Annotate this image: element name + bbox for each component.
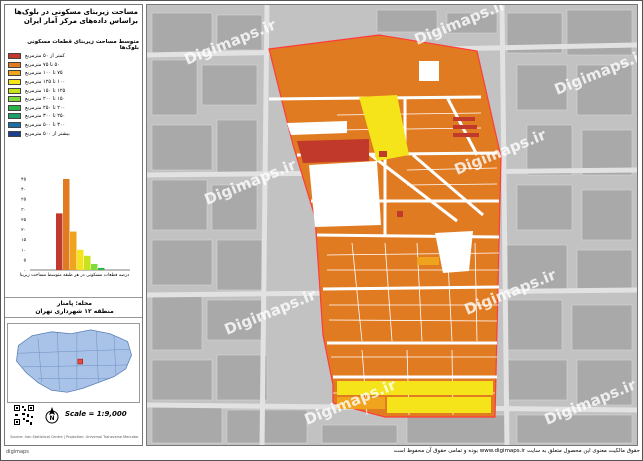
chart-caption: درصد قطعات مسکونی در هر طبقه متوسط مساحت…: [19, 273, 130, 278]
chart-bar: [91, 263, 98, 270]
legend-item: ۱۲۵ تا ۱۵۰ مترمربع: [8, 86, 139, 95]
legend-swatch: [8, 96, 21, 103]
legend-label: ۱۰۰ تا ۱۲۵ مترمربع: [25, 79, 66, 86]
panel-footer: Source: Iran Statistical Centre | Projec…: [10, 435, 139, 439]
legend-item: ۷۵ تا ۱۰۰ مترمربع: [8, 69, 139, 78]
scale-label: Scale = 1:9,000: [65, 410, 127, 418]
y-tick-label: ۱۰: [21, 248, 26, 253]
legend-label: ۲۵۰ تا ۳۰۰ مترمربع: [25, 113, 66, 120]
legend: متوسط مساحت زیربنای قطعات مسکونی بلوک‌ها…: [8, 39, 139, 138]
legend-item: کمتر از ۵۰ مترمربع: [8, 52, 139, 61]
legend-item: ۵۰ تا ۷۵ مترمربع: [8, 61, 139, 70]
locator-map: [7, 323, 140, 403]
chart-bar: [56, 213, 63, 270]
legend-swatch: [8, 53, 21, 60]
y-tick-label: ۱۵: [21, 238, 26, 243]
legend-item: بیشتر از ۵۰۰ مترمربع: [8, 129, 139, 138]
legend-item: ۳۰۰ تا ۵۰۰ مترمربع: [8, 121, 139, 130]
legend-item: ۱۵۰ تا ۲۰۰ مترمربع: [8, 95, 139, 104]
legend-title: متوسط مساحت زیربنای قطعات مسکونی بلوک‌ها: [27, 39, 139, 51]
map-canvas: Digimaps.ir Digimaps.irDigimaps.irDigimap…: [147, 5, 637, 445]
qr-code: [13, 404, 35, 426]
chart-bar: [63, 179, 70, 270]
legend-label: ۵۰ تا ۷۵ مترمربع: [25, 61, 60, 68]
y-tick-label: ۳۵: [21, 197, 26, 203]
y-tick-label: ۳۰: [21, 207, 26, 213]
y-tick-label: ۵: [24, 258, 27, 263]
neighborhood-label: محله: پامنار: [5, 297, 142, 307]
legend-swatch: [8, 87, 21, 94]
chart-bar: [77, 249, 84, 270]
chart-bar: [70, 231, 77, 270]
north-arrow-icon: N: [45, 407, 59, 424]
legend-label: کمتر از ۵۰ مترمربع: [25, 53, 65, 60]
legend-item: ۲۰۰ تا ۲۵۰ مترمربع: [8, 104, 139, 113]
map-title: مساحت زیربنای مسکونی در بلوک‌ها براساس د…: [14, 8, 138, 25]
y-tick-label: ۴۵: [21, 178, 26, 183]
district-label: منطقه ۱۲ شهرداری تهران: [5, 308, 142, 318]
legend-item: ۲۵۰ تا ۳۰۰ مترمربع: [8, 112, 139, 121]
legend-label: ۷۵ تا ۱۰۰ مترمربع: [25, 70, 63, 77]
legend-panel: مساحت زیربنای مسکونی در بلوک‌ها براساس د…: [4, 4, 143, 446]
legend-swatch: [8, 122, 21, 129]
legend-swatch: [8, 79, 21, 86]
legend-swatch: [8, 61, 21, 68]
svg-text:N: N: [49, 415, 54, 422]
chart-bar: [84, 255, 91, 270]
legend-label: ۱۲۵ تا ۱۵۰ مترمربع: [25, 87, 66, 94]
legend-swatch: [8, 113, 21, 120]
publisher-logo: digimaps: [6, 449, 29, 455]
legend-label: ۳۰۰ تا ۵۰۰ مترمربع: [25, 122, 66, 129]
legend-item: ۱۰۰ تا ۱۲۵ مترمربع: [8, 78, 139, 87]
y-tick-label: ۲۰: [21, 228, 26, 233]
legend-swatch: [8, 130, 21, 137]
legend-label: بیشتر از ۵۰۰ مترمربع: [25, 130, 70, 137]
y-tick-label: ۴۰: [21, 188, 26, 193]
y-tick-label: ۲۵: [21, 218, 26, 223]
legend-label: ۲۰۰ تا ۲۵۰ مترمربع: [25, 104, 66, 111]
legend-swatch: [8, 104, 21, 111]
copyright-footer: حقوق مالکیت معنوی این محصول متعلق به سای…: [393, 448, 640, 454]
legend-label: ۱۵۰ تا ۲۰۰ مترمربع: [25, 96, 66, 103]
legend-swatch: [8, 70, 21, 77]
chart-bar: [98, 267, 105, 270]
map-view: Digimaps.ir Digimaps.ir Digimaps.ir Digimap…: [146, 4, 638, 446]
